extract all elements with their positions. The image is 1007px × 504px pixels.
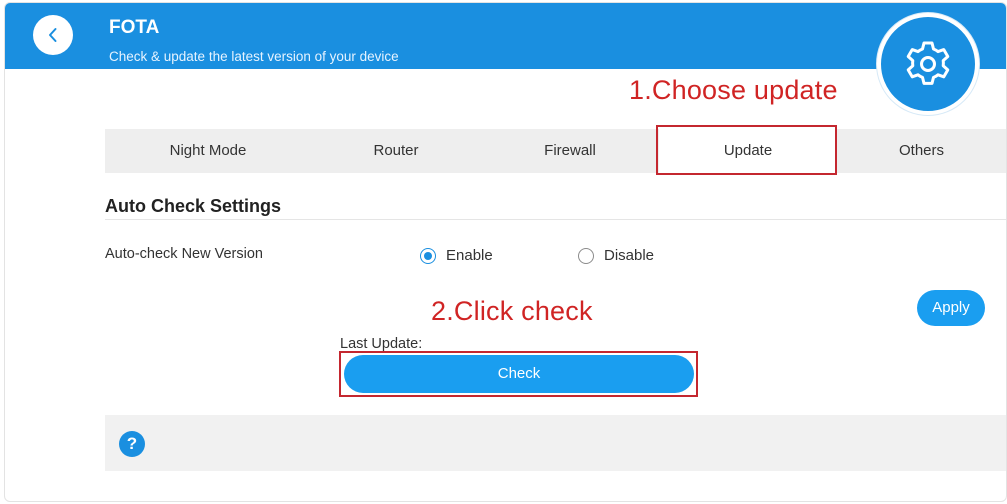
radio-enable-label: Enable — [446, 247, 493, 264]
apply-button[interactable]: Apply — [917, 290, 985, 326]
radio-enable[interactable]: Enable — [420, 247, 493, 264]
help-icon[interactable]: ? — [119, 431, 145, 457]
auto-check-label: Auto-check New Version — [105, 246, 263, 262]
tab-night-mode[interactable]: Night Mode — [105, 129, 311, 173]
tab-others[interactable]: Others — [837, 129, 1006, 173]
gear-icon — [906, 41, 950, 85]
page-title: FOTA — [109, 17, 160, 38]
radio-enable-circle[interactable] — [420, 247, 436, 264]
section-title: Auto Check Settings — [105, 196, 282, 216]
tab-firewall[interactable]: Firewall — [481, 129, 659, 173]
annotation-box-update — [656, 125, 837, 175]
tab-bar: Night Mode Router Firewall Update Others — [105, 129, 1006, 173]
page-subtitle: Check & update the latest version of you… — [109, 49, 399, 64]
back-button[interactable] — [33, 15, 73, 55]
help-panel: ? — [105, 415, 1006, 471]
radio-disable-circle[interactable] — [578, 247, 594, 264]
annotation-step2: 2.Click check — [431, 296, 593, 326]
annotation-step1: 1.Choose update — [629, 75, 838, 105]
section-divider — [105, 219, 1006, 220]
radio-disable[interactable]: Disable — [578, 247, 654, 264]
annotation-box-check — [339, 351, 698, 397]
chevron-left-icon — [49, 28, 57, 42]
settings-badge — [877, 13, 979, 115]
radio-disable-label: Disable — [604, 247, 655, 264]
last-update-label: Last Update: — [340, 336, 423, 352]
fota-window: FOTA Check & update the latest version o… — [4, 2, 1007, 502]
header-bar: FOTA Check & update the latest version o… — [5, 3, 1006, 69]
tab-router[interactable]: Router — [311, 129, 481, 173]
